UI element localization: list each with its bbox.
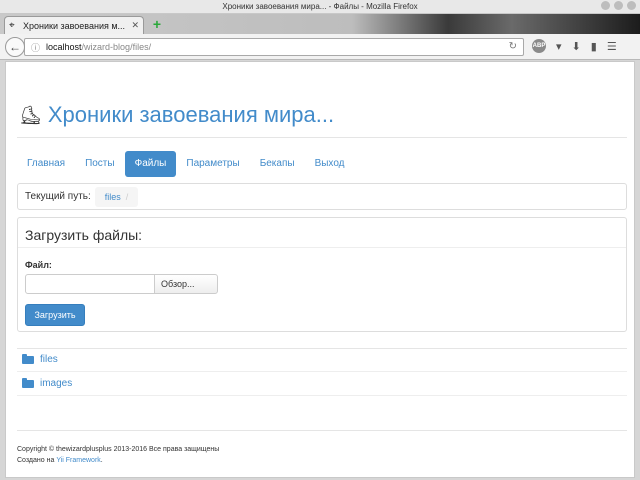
tab-strip: ⌖ Хроники завоевания м... ✕ + [0, 14, 640, 34]
minimize-button[interactable] [601, 1, 610, 10]
breadcrumb: files / [94, 186, 139, 207]
footer-suffix: . [100, 457, 103, 464]
maximize-button[interactable] [614, 1, 623, 10]
page-content: ⛸ Хроники завоевания мира... Главная Пос… [5, 61, 635, 478]
navigation-toolbar: ⓘ localhost /wizard-blog/files/ ↻ ← ABP … [0, 34, 640, 60]
wizard-hat-icon: ⛸ [19, 104, 42, 125]
current-path-label: Текущий путь: [25, 191, 91, 202]
browse-button[interactable]: Обзор... [154, 274, 218, 294]
nav-home[interactable]: Главная [17, 151, 75, 177]
window-title: Хроники завоевания мира... - Файлы - Moz… [222, 2, 418, 11]
new-tab-button[interactable]: + [150, 17, 164, 31]
window-controls [601, 1, 636, 10]
nav-files[interactable]: Файлы [124, 151, 177, 177]
folder-open-icon [22, 353, 34, 364]
footer: Copyright © thewizardplusplus 2013-2016 … [17, 444, 219, 466]
file-path-input[interactable] [25, 274, 155, 294]
breadcrumb-separator: / [125, 191, 129, 202]
tab-close-icon[interactable]: ✕ [131, 20, 139, 31]
close-window-button[interactable] [627, 1, 636, 10]
folder-link[interactable]: images [40, 378, 72, 389]
tab-title: Хроники завоевания м... [23, 20, 126, 31]
menu-icon[interactable]: ☰ [607, 40, 617, 53]
nav-parameters[interactable]: Параметры [176, 151, 249, 177]
framework-link[interactable]: Yii Framework [56, 457, 100, 464]
folder-open-icon [22, 377, 34, 388]
upload-button[interactable]: Загрузить [25, 304, 85, 326]
reload-icon[interactable]: ↻ [509, 41, 517, 52]
file-field-label: Файл: [25, 260, 52, 270]
nav-posts[interactable]: Посты [75, 151, 125, 177]
info-icon[interactable]: ⓘ [31, 41, 40, 54]
bookmarks-icon[interactable]: ▮ [591, 40, 597, 53]
folder-link[interactable]: files [40, 354, 58, 365]
wizard-hat-icon: ⌖ [9, 20, 15, 31]
download-icon[interactable]: ⬇ [572, 40, 581, 53]
site-header: ⛸ Хроники завоевания мира... [19, 102, 334, 128]
nav-backups[interactable]: Бекапы [250, 151, 305, 177]
current-path-panel: Текущий путь: files / [17, 183, 627, 210]
upload-title: Загрузить файлы: [25, 227, 143, 243]
url-bar[interactable]: ⓘ localhost /wizard-blog/files/ ↻ [24, 38, 524, 56]
back-arrow-icon: ← [9, 40, 21, 54]
upload-panel: Загрузить файлы: Файл: Обзор... Загрузит… [17, 217, 627, 332]
dropdown-arrow-icon[interactable]: ▾ [556, 40, 562, 53]
adblock-icon[interactable]: ABP [532, 39, 546, 53]
divider [17, 430, 627, 431]
file-list: files images [17, 348, 627, 396]
url-host: localhost [46, 42, 82, 52]
toolbar-icons: ABP ▾ ⬇ ▮ ☰ [532, 39, 617, 53]
created-with-text: Создано на Yii Framework. [17, 455, 219, 466]
copyright-text: Copyright © thewizardplusplus 2013-2016 … [17, 446, 220, 453]
breadcrumb-item-files[interactable]: files [105, 192, 121, 202]
site-title[interactable]: Хроники завоевания мира... [48, 102, 334, 128]
list-item[interactable]: files [17, 348, 627, 372]
main-nav: Главная Посты Файлы Параметры Бекапы Вых… [17, 151, 355, 177]
window-titlebar: Хроники завоевания мира... - Файлы - Moz… [0, 0, 640, 14]
created-prefix: Создано на [17, 457, 57, 464]
url-path: /wizard-blog/files/ [81, 42, 152, 52]
divider [18, 247, 626, 248]
list-item[interactable]: images [17, 372, 627, 396]
browser-tab[interactable]: ⌖ Хроники завоевания м... ✕ [4, 16, 144, 34]
divider [17, 137, 627, 138]
nav-logout[interactable]: Выход [305, 151, 355, 177]
back-button[interactable]: ← [5, 37, 25, 57]
